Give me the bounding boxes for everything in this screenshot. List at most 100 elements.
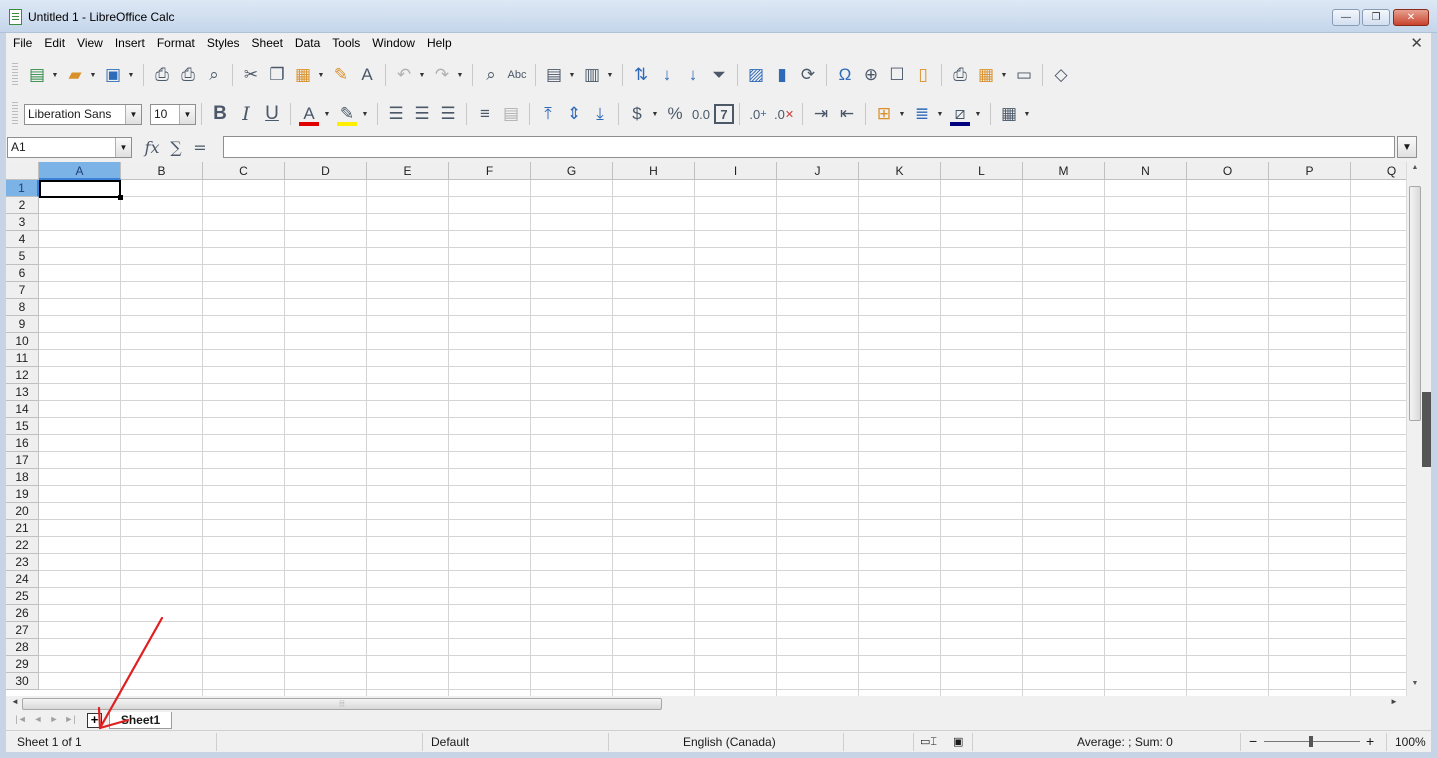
chevron-down-icon[interactable]: ▼: [115, 137, 131, 157]
scroll-left-icon[interactable]: ◄: [8, 697, 22, 711]
row-icon[interactable]: ▤: [541, 62, 567, 88]
clear-formatting-icon[interactable]: A: [354, 62, 380, 88]
page-style[interactable]: Default: [431, 735, 469, 749]
underline-button[interactable]: U: [259, 101, 285, 127]
row-header-29[interactable]: 29: [6, 656, 39, 673]
copy-icon[interactable]: ❐: [264, 62, 290, 88]
merge-cells-icon[interactable]: ▤: [498, 101, 524, 127]
paste-dropdown-icon[interactable]: ▼: [316, 62, 326, 88]
row-header-12[interactable]: 12: [6, 367, 39, 384]
column-header-o[interactable]: O: [1187, 162, 1269, 180]
font-color-dropdown-icon[interactable]: ▼: [322, 101, 332, 127]
zoom-level[interactable]: 100%: [1395, 735, 1426, 749]
conditional-dropdown-icon[interactable]: ▼: [1022, 101, 1032, 127]
border-color-icon[interactable]: ⧄: [947, 101, 973, 127]
vertical-scrollbar[interactable]: ▲ ▼: [1406, 162, 1422, 696]
borders-icon[interactable]: ⊞: [871, 101, 897, 127]
row-header-17[interactable]: 17: [6, 452, 39, 469]
column-header-i[interactable]: I: [695, 162, 777, 180]
column-header-e[interactable]: E: [367, 162, 449, 180]
toolbar-grip[interactable]: [12, 63, 18, 87]
row-header-8[interactable]: 8: [6, 299, 39, 316]
last-sheet-icon[interactable]: ►|: [63, 714, 77, 727]
column-header-f[interactable]: F: [449, 162, 531, 180]
highlight-color-icon[interactable]: ✎: [334, 101, 360, 127]
row-header-30[interactable]: 30: [6, 673, 39, 690]
conditional-format-icon[interactable]: ▦: [996, 101, 1022, 127]
column-header-g[interactable]: G: [531, 162, 613, 180]
row-header-3[interactable]: 3: [6, 214, 39, 231]
row-header-4[interactable]: 4: [6, 231, 39, 248]
scroll-up-icon[interactable]: ▲: [1407, 164, 1423, 178]
column-header-c[interactable]: C: [203, 162, 285, 180]
horizontal-scroll-thumb[interactable]: ⦙⦙⦙: [22, 698, 662, 710]
row-header-21[interactable]: 21: [6, 520, 39, 537]
undo-icon[interactable]: ↶: [391, 62, 417, 88]
zoom-in-button[interactable]: +: [1366, 733, 1374, 749]
formula-input[interactable]: [223, 136, 1395, 158]
row-header-19[interactable]: 19: [6, 486, 39, 503]
row-header-13[interactable]: 13: [6, 384, 39, 401]
row-header-23[interactable]: 23: [6, 554, 39, 571]
column-icon[interactable]: ▥: [579, 62, 605, 88]
split-window-icon[interactable]: ▭: [1011, 62, 1037, 88]
align-top-icon[interactable]: ⤒: [535, 101, 561, 127]
border-style-dropdown-icon[interactable]: ▼: [935, 101, 945, 127]
paste-icon[interactable]: ▦: [290, 62, 316, 88]
row-header-14[interactable]: 14: [6, 401, 39, 418]
menu-edit[interactable]: Edit: [38, 33, 71, 53]
prev-sheet-icon[interactable]: ◄: [31, 714, 45, 727]
row-header-9[interactable]: 9: [6, 316, 39, 333]
insert-chart-icon[interactable]: ▮: [769, 62, 795, 88]
row-header-5[interactable]: 5: [6, 248, 39, 265]
chevron-down-icon[interactable]: ▼: [179, 104, 195, 124]
align-center-icon[interactable]: ☰: [409, 101, 435, 127]
define-print-area-icon[interactable]: ⎙: [947, 62, 973, 88]
horizontal-scrollbar[interactable]: ◄ ⦙⦙⦙ ►: [6, 696, 1406, 712]
row-header-10[interactable]: 10: [6, 333, 39, 350]
undo-dropdown-icon[interactable]: ▼: [417, 62, 427, 88]
special-character-icon[interactable]: Ω: [832, 62, 858, 88]
find-replace-icon[interactable]: ⌕: [478, 62, 504, 88]
border-style-icon[interactable]: ≣: [909, 101, 935, 127]
minimize-button[interactable]: —: [1332, 9, 1360, 26]
row-header-22[interactable]: 22: [6, 537, 39, 554]
currency-button[interactable]: $: [624, 101, 650, 127]
language[interactable]: English (Canada): [683, 735, 776, 749]
name-box[interactable]: A1 ▼: [7, 136, 132, 158]
row-header-15[interactable]: 15: [6, 418, 39, 435]
menu-format[interactable]: Format: [151, 33, 201, 53]
align-bottom-icon[interactable]: ⤓: [587, 101, 613, 127]
sort-icon[interactable]: ⇅: [628, 62, 654, 88]
row-header-16[interactable]: 16: [6, 435, 39, 452]
align-right-icon[interactable]: ☰: [435, 101, 461, 127]
menu-window[interactable]: Window: [366, 33, 421, 53]
border-color-dropdown-icon[interactable]: ▼: [973, 101, 983, 127]
scroll-right-icon[interactable]: ►: [1387, 697, 1401, 711]
row-header-2[interactable]: 2: [6, 197, 39, 214]
export-pdf-icon[interactable]: ⎙: [149, 62, 175, 88]
add-decimal-button[interactable]: .0 +: [745, 101, 771, 127]
menu-data[interactable]: Data: [289, 33, 326, 53]
column-header-b[interactable]: B: [121, 162, 203, 180]
column-header-m[interactable]: M: [1023, 162, 1105, 180]
column-header-k[interactable]: K: [859, 162, 941, 180]
sum-button[interactable]: ∑: [164, 138, 188, 157]
selected-cell-a1[interactable]: [39, 180, 123, 200]
vertical-scroll-thumb[interactable]: [1409, 186, 1421, 421]
column-header-h[interactable]: H: [613, 162, 695, 180]
row-header-26[interactable]: 26: [6, 605, 39, 622]
number-format-button[interactable]: 0.0: [688, 101, 714, 127]
autofilter-icon[interactable]: ⏷: [706, 62, 732, 88]
document-modified-icon[interactable]: ▣: [953, 735, 963, 748]
row-dropdown-icon[interactable]: ▼: [567, 62, 577, 88]
add-sheet-button[interactable]: +: [87, 713, 102, 728]
menu-insert[interactable]: Insert: [109, 33, 151, 53]
column-dropdown-icon[interactable]: ▼: [605, 62, 615, 88]
new-document-icon[interactable]: ▤: [24, 62, 50, 88]
sort-ascending-icon[interactable]: ↓: [654, 62, 680, 88]
currency-dropdown-icon[interactable]: ▼: [650, 101, 660, 127]
menu-sheet[interactable]: Sheet: [246, 33, 289, 53]
show-draw-functions-icon[interactable]: ◇: [1048, 62, 1074, 88]
percent-button[interactable]: %: [662, 101, 688, 127]
